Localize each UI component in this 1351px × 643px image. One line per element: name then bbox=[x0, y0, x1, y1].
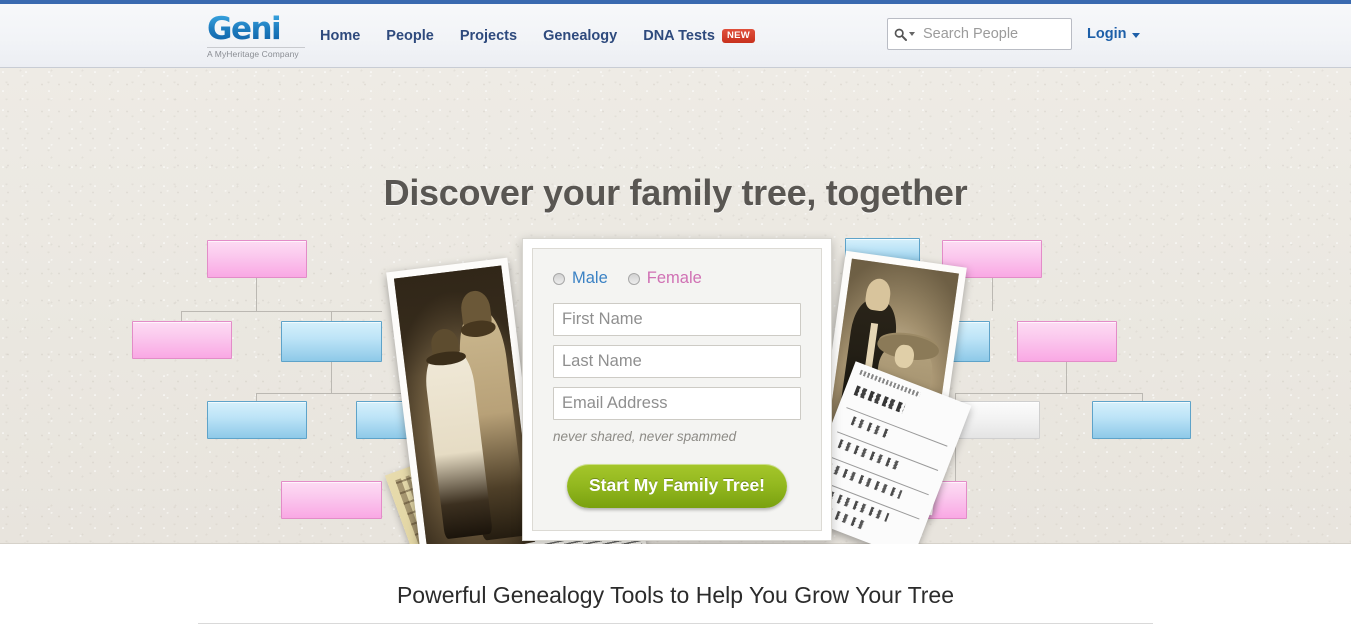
tree-node-white bbox=[950, 401, 1040, 439]
signup-form: Male Female never shared, never spammed … bbox=[522, 238, 832, 541]
nav-people[interactable]: People bbox=[386, 28, 434, 44]
search-icon[interactable] bbox=[894, 28, 915, 41]
tree-connector-line bbox=[955, 439, 956, 484]
radio-female[interactable] bbox=[627, 272, 640, 285]
certificate-handwriting bbox=[826, 462, 903, 500]
gender-male-label: Male bbox=[572, 269, 608, 287]
tree-node-pink bbox=[281, 481, 382, 519]
tree-connector-line bbox=[256, 393, 431, 394]
header-inner: Geni A MyHeritage Company Home People Pr… bbox=[0, 4, 1351, 67]
geni-logo[interactable]: Geni A MyHeritage Company bbox=[207, 14, 307, 59]
cta-wrapper: Start My Family Tree! bbox=[553, 464, 801, 508]
tree-connector-line bbox=[992, 278, 993, 311]
tree-connector-line bbox=[181, 311, 182, 323]
logo-tagline: A MyHeritage Company bbox=[207, 47, 305, 59]
section-divider bbox=[198, 623, 1153, 624]
certificate-handwriting bbox=[850, 416, 892, 439]
features-heading: Powerful Genealogy Tools to Help You Gro… bbox=[396, 582, 955, 608]
tree-node-pink bbox=[905, 481, 967, 519]
tree-connector-line bbox=[256, 393, 257, 403]
tree-connector-line bbox=[1142, 393, 1143, 405]
nav-dna-tests-wrap: DNA Tests NEW bbox=[643, 28, 756, 44]
privacy-fineprint: never shared, never spammed bbox=[553, 429, 737, 444]
last-name-input[interactable] bbox=[553, 345, 801, 378]
tree-node-blue bbox=[356, 401, 452, 439]
figure-tall-boy bbox=[454, 308, 528, 541]
figure-woman-hat bbox=[875, 331, 941, 364]
tree-node-blue bbox=[207, 401, 307, 439]
tree-node-pink bbox=[207, 240, 307, 278]
figure-woman bbox=[862, 343, 935, 486]
certificate-rule bbox=[846, 407, 948, 447]
chevron-down-icon bbox=[1132, 32, 1141, 38]
certificate-rule bbox=[818, 479, 920, 520]
figure-man bbox=[831, 297, 901, 471]
search-scope-caret-icon[interactable] bbox=[909, 32, 915, 36]
tree-node-pink bbox=[132, 321, 232, 359]
tree-node-blue bbox=[930, 321, 990, 362]
photo-image-boys bbox=[393, 265, 536, 544]
signup-form-inner: Male Female never shared, never spammed … bbox=[532, 248, 822, 531]
figure-woman-head bbox=[893, 343, 915, 370]
vintage-photo-two-boys bbox=[386, 257, 544, 544]
features-section: Powerful Genealogy Tools to Help You Gro… bbox=[0, 544, 1351, 643]
certificate-rule bbox=[827, 455, 929, 496]
login-label: Login bbox=[1087, 26, 1127, 42]
tree-connector-line bbox=[331, 311, 332, 323]
site-header: Geni A MyHeritage Company Home People Pr… bbox=[0, 4, 1351, 68]
logo-wordmark: Geni bbox=[207, 14, 307, 45]
gender-option-male[interactable]: Male bbox=[553, 269, 608, 288]
tree-connector-line bbox=[331, 362, 332, 393]
hero-section: Discover your family tree, together Male… bbox=[0, 68, 1351, 544]
tree-connector-line bbox=[955, 393, 1142, 394]
page-title: Discover your family tree, together bbox=[383, 172, 968, 213]
tree-connector-line bbox=[955, 393, 956, 405]
search-input[interactable] bbox=[921, 21, 1065, 47]
certificate-title-text bbox=[853, 385, 906, 414]
nav-genealogy[interactable]: Genealogy bbox=[543, 28, 617, 44]
tree-node-blue bbox=[281, 321, 382, 362]
vintage-photo-couple bbox=[811, 250, 967, 516]
email-input[interactable] bbox=[553, 387, 801, 420]
main-nav: Home People Projects Genealogy DNA Tests… bbox=[320, 28, 756, 44]
nav-home[interactable]: Home bbox=[320, 28, 360, 44]
tree-node-blue bbox=[845, 238, 920, 264]
login-menu[interactable]: Login bbox=[1087, 26, 1141, 42]
certificate-handwriting bbox=[837, 439, 903, 472]
certificate-header-text bbox=[859, 369, 921, 398]
first-name-input[interactable] bbox=[553, 303, 801, 336]
nav-dna-tests[interactable]: DNA Tests bbox=[643, 28, 715, 44]
tree-connector-line bbox=[256, 278, 257, 311]
tree-connector-line bbox=[412, 393, 413, 403]
tree-node-pink bbox=[1017, 321, 1117, 362]
gender-female-label: Female bbox=[646, 269, 702, 287]
gender-selector: Male Female bbox=[553, 269, 801, 288]
tree-connector-line bbox=[181, 311, 382, 312]
search-box[interactable] bbox=[887, 18, 1072, 50]
figure-short-boy bbox=[422, 346, 493, 540]
tree-node-pink bbox=[942, 240, 1042, 278]
radio-male[interactable] bbox=[553, 272, 565, 285]
new-badge: NEW bbox=[721, 28, 756, 44]
start-family-tree-button[interactable]: Start My Family Tree! bbox=[566, 464, 788, 508]
gender-option-female[interactable]: Female bbox=[627, 269, 702, 288]
tree-node-blue bbox=[1092, 401, 1191, 439]
nav-projects[interactable]: Projects bbox=[460, 28, 517, 44]
tree-connector-line bbox=[1066, 362, 1067, 394]
photo-image-couple bbox=[819, 258, 959, 507]
certificate-rule bbox=[836, 431, 939, 471]
tree-connector-line bbox=[412, 439, 413, 484]
